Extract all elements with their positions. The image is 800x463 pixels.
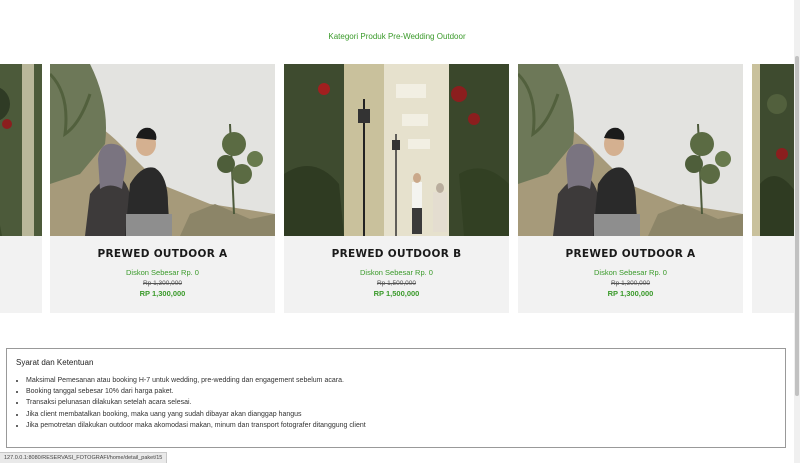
terms-list: Maksimal Pemesanan atau booking H-7 untu… [16,375,366,431]
product-photo[interactable] [284,64,509,236]
terms-panel: Syarat dan Ketentuan Maksimal Pemesanan … [6,348,786,448]
product-title[interactable]: PREWED OUTDOOR A [518,248,743,260]
category-heading: Kategori Produk Pre-Wedding Outdoor [328,32,466,41]
browser-status-bar: 127.0.0.1:8080/RESERVASI_FOTOGRAFI/home/… [0,452,168,463]
original-price: Rp 1,500,000 [376,280,417,287]
product-carousel[interactable]: PREWED OUTDOOR A Diskon Sebesar Rp. 0 Rp… [0,64,794,314]
terms-item: Jika pemotretan dilakukan outdoor maka a… [26,420,366,431]
discount-label: Diskon Sebesar Rp. 0 [360,268,433,277]
product-title[interactable]: PREWED OUTDOOR B [284,248,509,260]
final-price: RP 1,300,000 [607,289,654,298]
product-photo[interactable] [0,64,42,236]
product-card[interactable]: PREWED OUTDOOR A Diskon Sebesar Rp. 0 Rp… [518,64,743,313]
discount-label: Diskon Sebesar Rp. 0 [126,268,199,277]
terms-item: Jika client membatalkan booking, maka ua… [26,409,366,420]
product-title[interactable]: PREWED OUTDOOR A [50,248,275,260]
terms-item: Booking tanggal sebesar 10% dari harga p… [26,386,366,397]
terms-title: Syarat dan Ketentuan [16,358,94,367]
discount-label: Diskon Sebesar Rp. 0 [594,268,667,277]
product-card[interactable]: PREWED OUTDOOR B Diskon Sebesar Rp. 0 Rp… [284,64,509,313]
product-card-partial-left[interactable] [0,64,42,313]
product-photo[interactable] [50,64,275,236]
final-price: RP 1,300,000 [139,289,186,298]
final-price: RP 1,500,000 [373,289,420,298]
product-photo[interactable] [752,64,794,236]
scrollbar-thumb[interactable] [795,56,799,396]
original-price: Rp 1,300,000 [142,280,183,287]
vertical-scrollbar[interactable] [794,0,800,463]
original-price: Rp 1,300,000 [610,280,651,287]
product-card-partial-right[interactable] [752,64,794,313]
terms-item: Transaksi pelunasan dilakukan setelah ac… [26,397,366,408]
terms-item: Maksimal Pemesanan atau booking H-7 untu… [26,375,366,386]
product-card[interactable]: PREWED OUTDOOR A Diskon Sebesar Rp. 0 Rp… [50,64,275,313]
product-photo[interactable] [518,64,743,236]
